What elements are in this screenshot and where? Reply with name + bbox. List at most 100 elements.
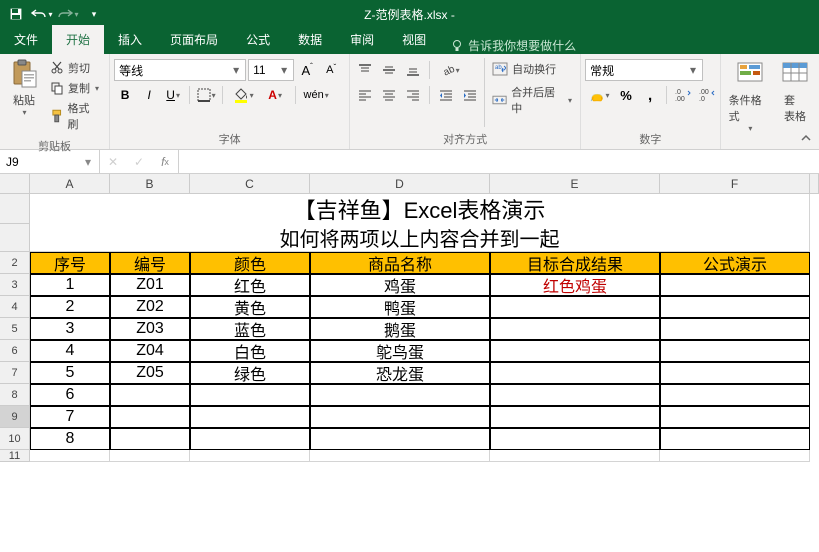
cell[interactable] <box>190 450 310 462</box>
cell[interactable]: 序号 <box>30 252 110 274</box>
chevron-down-icon[interactable]: ▾ <box>686 63 700 77</box>
paste-button[interactable]: 粘贴 ▾ <box>4 56 44 119</box>
cell[interactable]: Z03 <box>110 318 190 340</box>
bold-button[interactable]: B <box>114 84 136 106</box>
tab-page-layout[interactable]: 页面布局 <box>156 25 232 54</box>
format-painter-button[interactable]: 格式刷 <box>46 98 103 134</box>
row-header[interactable]: 9 <box>0 406 30 428</box>
cell[interactable] <box>490 428 660 450</box>
cell[interactable] <box>490 340 660 362</box>
cell[interactable] <box>110 384 190 406</box>
cell[interactable] <box>490 296 660 318</box>
cell[interactable] <box>660 362 810 384</box>
cell[interactable] <box>110 450 190 462</box>
align-top-button[interactable] <box>354 59 376 81</box>
tab-review[interactable]: 审阅 <box>336 25 388 54</box>
percent-button[interactable]: % <box>615 84 637 106</box>
cell[interactable] <box>490 450 660 462</box>
cell[interactable]: Z01 <box>110 274 190 296</box>
cancel-formula-button[interactable]: ✕ <box>100 150 126 173</box>
fill-color-button[interactable]: ▾ <box>228 84 258 106</box>
cell[interactable]: 5 <box>30 362 110 384</box>
row-header[interactable]: 5 <box>0 318 30 340</box>
cell[interactable]: 鹅蛋 <box>310 318 490 340</box>
cell[interactable]: 鸵鸟蛋 <box>310 340 490 362</box>
cell[interactable] <box>660 318 810 340</box>
cell[interactable]: 红色 <box>190 274 310 296</box>
tab-view[interactable]: 视图 <box>388 25 440 54</box>
orientation-button[interactable]: ab▾ <box>435 59 465 81</box>
chevron-down-icon[interactable]: ▾ <box>229 63 243 77</box>
copy-button[interactable]: 复制▾ <box>46 78 103 98</box>
cell[interactable] <box>110 428 190 450</box>
number-format-input[interactable] <box>586 63 686 77</box>
font-color-button[interactable]: A▾ <box>260 84 290 106</box>
cell[interactable]: 白色 <box>190 340 310 362</box>
cell[interactable] <box>490 384 660 406</box>
column-header-E[interactable]: E <box>490 174 660 194</box>
cell-reference-input[interactable] <box>0 155 80 169</box>
cell[interactable]: 绿色 <box>190 362 310 384</box>
save-button[interactable] <box>4 2 28 26</box>
cell[interactable]: 编号 <box>110 252 190 274</box>
redo-button[interactable]: ▾ <box>56 2 80 26</box>
cell[interactable]: 4 <box>30 340 110 362</box>
font-name-combo[interactable]: ▾ <box>114 59 246 81</box>
increase-indent-button[interactable] <box>459 84 481 106</box>
row-header[interactable] <box>0 224 30 252</box>
column-header-blank[interactable] <box>810 174 819 194</box>
cell[interactable]: 颜色 <box>190 252 310 274</box>
cells-area[interactable]: 【吉祥鱼】Excel表格演示如何将两项以上内容合并到一起序号编号颜色商品名称目标… <box>30 194 819 462</box>
column-header-C[interactable]: C <box>190 174 310 194</box>
row-header[interactable]: 4 <box>0 296 30 318</box>
column-header-B[interactable]: B <box>110 174 190 194</box>
cell[interactable] <box>310 406 490 428</box>
cell[interactable]: Z04 <box>110 340 190 362</box>
tab-data[interactable]: 数据 <box>284 25 336 54</box>
undo-button[interactable]: ▾ <box>30 2 54 26</box>
decrease-decimal-button[interactable]: .00.0 <box>696 84 718 106</box>
format-as-table-button[interactable]: 套 表格 <box>775 56 815 126</box>
column-header-F[interactable]: F <box>660 174 810 194</box>
decrease-indent-button[interactable] <box>435 84 457 106</box>
cell[interactable] <box>660 274 810 296</box>
wrap-text-button[interactable]: ab自动换行 <box>488 59 576 79</box>
formula-input[interactable] <box>179 150 819 173</box>
cell[interactable]: 鸭蛋 <box>310 296 490 318</box>
align-left-button[interactable] <box>354 84 376 106</box>
merge-center-button[interactable]: 合并后居中▾ <box>488 82 576 118</box>
phonetic-button[interactable]: wén▾ <box>301 84 331 106</box>
cell[interactable] <box>490 318 660 340</box>
tell-me-search[interactable]: 告诉我你想要做什么 <box>440 37 586 54</box>
comma-button[interactable]: , <box>639 84 661 106</box>
cell[interactable]: 黄色 <box>190 296 310 318</box>
chevron-down-icon[interactable]: ▾ <box>80 155 96 169</box>
accounting-format-button[interactable]: 👝▾ <box>585 84 613 106</box>
cell[interactable] <box>30 450 110 462</box>
font-size-combo[interactable]: ▾ <box>248 59 294 81</box>
underline-button[interactable]: U▾ <box>162 84 184 106</box>
enter-formula-button[interactable]: ✓ <box>126 150 152 173</box>
cell[interactable] <box>190 406 310 428</box>
cell[interactable]: Z02 <box>110 296 190 318</box>
cell[interactable] <box>190 428 310 450</box>
cell[interactable]: 公式演示 <box>660 252 810 274</box>
cell[interactable]: 鸡蛋 <box>310 274 490 296</box>
cell[interactable] <box>660 406 810 428</box>
align-middle-button[interactable] <box>378 59 400 81</box>
decrease-font-button[interactable]: Aˇ <box>320 59 342 81</box>
tab-formulas[interactable]: 公式 <box>232 25 284 54</box>
cell[interactable] <box>490 362 660 384</box>
cell[interactable]: 6 <box>30 384 110 406</box>
tab-file[interactable]: 文件 <box>0 25 52 54</box>
row-header[interactable]: 3 <box>0 274 30 296</box>
border-button[interactable]: ▾ <box>195 84 217 106</box>
cell[interactable]: 7 <box>30 406 110 428</box>
row-header[interactable]: 11 <box>0 450 30 462</box>
cell[interactable] <box>660 296 810 318</box>
cell[interactable] <box>190 384 310 406</box>
cell[interactable] <box>660 428 810 450</box>
font-name-input[interactable] <box>115 63 229 77</box>
tab-insert[interactable]: 插入 <box>104 25 156 54</box>
row-header[interactable]: 10 <box>0 428 30 450</box>
